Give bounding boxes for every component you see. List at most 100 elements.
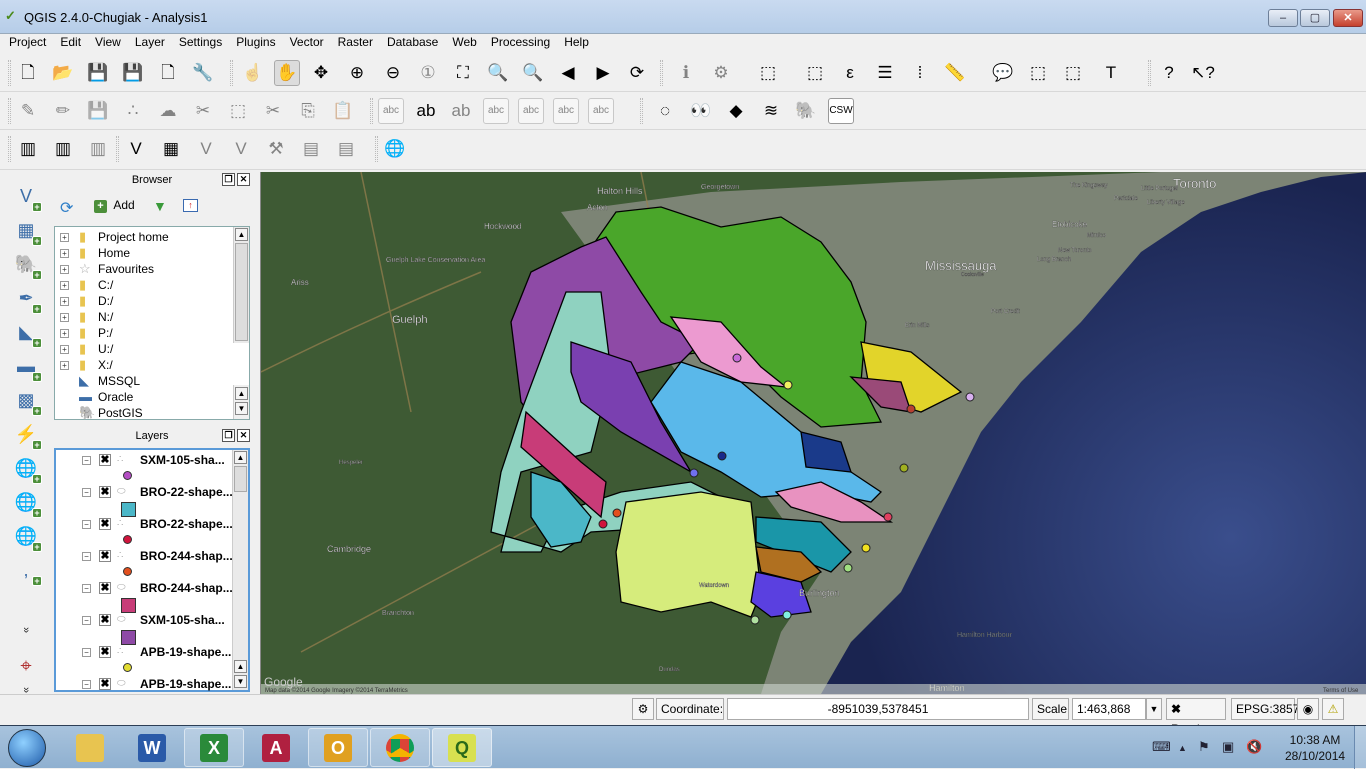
outlet-point[interactable]: [883, 512, 893, 522]
scroll-up-arrow[interactable]: ▲: [234, 451, 247, 464]
outlet-point[interactable]: [689, 468, 699, 478]
taskbar-outlook[interactable]: O: [308, 728, 368, 767]
grid-icon[interactable]: ▤: [298, 136, 324, 162]
map-canvas[interactable]: Halton Hills Georgetown Acton Hockwood G…: [260, 172, 1366, 694]
outlet-point[interactable]: [899, 463, 909, 473]
csw-icon[interactable]: CSW: [828, 98, 854, 124]
more-tools-chevron-icon[interactable]: »: [12, 616, 40, 644]
browser-item[interactable]: + ▮ D:/: [55, 293, 233, 309]
expand-icon[interactable]: +: [60, 249, 69, 258]
layer-item[interactable]: − ✖ ⬭ BRO-22-shape...: [56, 484, 234, 517]
label-tool-icon[interactable]: abc: [378, 98, 404, 124]
browser-item[interactable]: + ▮ C:/: [55, 277, 233, 293]
browser-item[interactable]: 🐘 PostGIS: [55, 405, 233, 421]
zoom-in-icon[interactable]: ⊕: [344, 60, 370, 86]
menu-view[interactable]: View: [90, 34, 126, 50]
menu-edit[interactable]: Edit: [55, 34, 86, 50]
toggle-editing-icon[interactable]: ✏: [50, 98, 76, 124]
volume-muted-icon[interactable]: 🔇: [1246, 739, 1262, 755]
keyboard-icon[interactable]: ⌨: [1152, 739, 1171, 755]
current-edits-icon[interactable]: ✎: [15, 98, 41, 124]
georeferencer-icon[interactable]: ◌: [652, 98, 678, 124]
help-contents-icon[interactable]: ?: [1156, 60, 1182, 86]
select-features-icon[interactable]: ⬚: [755, 60, 781, 86]
close-button[interactable]: ✕: [1333, 9, 1363, 27]
db-add-icon[interactable]: ▥: [50, 136, 76, 162]
browser-item[interactable]: + ▮ Project home: [55, 229, 233, 245]
add-wcs-layer-icon[interactable]: 🌐 +: [12, 454, 42, 484]
outlet-point[interactable]: [861, 543, 871, 553]
menu-project[interactable]: Project: [4, 34, 51, 50]
change-label-icon[interactable]: abc: [588, 98, 614, 124]
scroll-up-arrow[interactable]: ▲: [235, 387, 248, 400]
polygon-yellowgreen[interactable]: [615, 491, 762, 618]
move-feature-icon[interactable]: ☁: [155, 98, 181, 124]
menu-layer[interactable]: Layer: [130, 34, 170, 50]
outlet-point[interactable]: [717, 451, 727, 461]
zoom-full-icon[interactable]: ⛶: [450, 60, 476, 86]
paste-features-icon[interactable]: 📋: [330, 98, 356, 124]
browser-tree[interactable]: ▲ ▲ ▼ + ▮ Project home + ▮ Home + ☆ Favourites + ▮…: [54, 226, 250, 420]
select-expression-icon[interactable]: ε: [837, 60, 863, 86]
db-import-icon[interactable]: ▥: [15, 136, 41, 162]
add-button[interactable]: + Add: [94, 198, 135, 214]
menu-raster[interactable]: Raster: [333, 34, 378, 50]
expand-icon[interactable]: +: [60, 329, 69, 338]
menu-plugins[interactable]: Plugins: [231, 34, 280, 50]
grid-edit-icon[interactable]: ▤: [333, 136, 359, 162]
taskbar-chrome[interactable]: [370, 728, 430, 767]
collapse-icon[interactable]: −: [82, 584, 91, 593]
menu-processing[interactable]: Processing: [486, 34, 555, 50]
outlet-point[interactable]: [782, 610, 792, 620]
add-vector-layer-icon[interactable]: V +: [12, 182, 42, 212]
scale-combobox[interactable]: 1:463,868: [1072, 698, 1146, 720]
collapse-icon[interactable]: −: [82, 456, 91, 465]
scroll-up-arrow[interactable]: ▲: [234, 660, 247, 673]
float-panel-button[interactable]: ❐: [222, 173, 235, 186]
add-oracle-layer-icon[interactable]: ▬ +: [12, 352, 42, 382]
add-wms-layer-icon[interactable]: ⚡ +: [12, 420, 42, 450]
new-print-composer-icon[interactable]: 🗋: [155, 60, 181, 86]
expand-icon[interactable]: +: [60, 265, 69, 274]
run-action-icon[interactable]: ⚙: [708, 60, 734, 86]
browser-scrollbar[interactable]: ▲: [233, 227, 249, 343]
layer-item[interactable]: − ✖ ⬭ BRO-244-shap...: [56, 580, 234, 613]
coordinate-field[interactable]: -8951039,5378451: [727, 698, 1029, 720]
menu-web[interactable]: Web: [447, 34, 481, 50]
outlet-point[interactable]: [965, 392, 975, 402]
map-svg[interactable]: Halton Hills Georgetown Acton Hockwood G…: [261, 172, 1366, 694]
pin-labels-icon[interactable]: ab: [448, 98, 474, 124]
browser-item[interactable]: + ▮ U:/: [55, 341, 233, 357]
expand-icon[interactable]: +: [60, 345, 69, 354]
outlet-point[interactable]: [732, 353, 742, 363]
menu-database[interactable]: Database: [382, 34, 443, 50]
outlet-point[interactable]: [906, 404, 916, 414]
zoom-next-icon[interactable]: ▶: [590, 60, 616, 86]
clock[interactable]: 10:38 AM 28/10/2014: [1285, 732, 1345, 764]
outlet-point[interactable]: [843, 563, 853, 573]
collapse-icon[interactable]: −: [82, 520, 91, 529]
search-binoculars-icon[interactable]: 👀: [688, 98, 714, 124]
browser-item[interactable]: + ▮ P:/: [55, 325, 233, 341]
composer-manager-icon[interactable]: 🔧: [190, 60, 216, 86]
identify-icon[interactable]: ℹ: [673, 60, 699, 86]
show-hide-labels-icon[interactable]: abc: [483, 98, 509, 124]
browser-item[interactable]: + ▮ X:/: [55, 357, 233, 373]
zoom-out-icon[interactable]: ⊖: [380, 60, 406, 86]
layer-visibility-checkbox[interactable]: ✖: [99, 582, 111, 594]
add-wfs-layer-icon[interactable]: 🌐 +: [12, 488, 42, 518]
zoom-last-icon[interactable]: ◀: [555, 60, 581, 86]
outlet-point[interactable]: [598, 519, 608, 529]
layer-item[interactable]: − ✖ ∴ BRO-22-shape...: [56, 516, 234, 548]
taskbar-excel[interactable]: X: [184, 728, 244, 767]
close-panel-button[interactable]: ✕: [237, 429, 250, 442]
new-vector-icon[interactable]: V: [193, 136, 219, 162]
browser-item[interactable]: + ▮ N:/: [55, 309, 233, 325]
expand-icon[interactable]: +: [60, 313, 69, 322]
collapse-icon[interactable]: −: [82, 488, 91, 497]
minimize-button[interactable]: –: [1268, 9, 1298, 27]
taskbar-explorer[interactable]: [60, 728, 120, 767]
layers-scrollbar[interactable]: ▲ ▲ ▼: [232, 450, 248, 690]
zoom-layer-icon[interactable]: 🔍: [520, 60, 546, 86]
messages-warning-icon[interactable]: ⚠: [1322, 698, 1344, 720]
